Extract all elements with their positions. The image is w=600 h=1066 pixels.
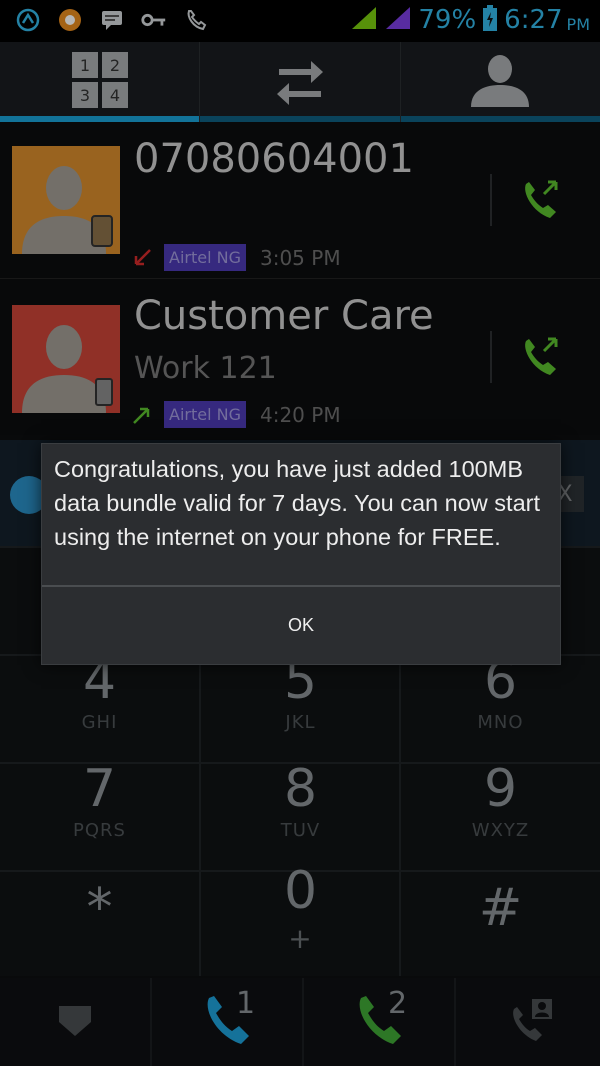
alert-dialog: Congratulations, you have just added 100… — [41, 443, 561, 665]
ok-button[interactable]: OK — [42, 587, 560, 664]
dialog-message: Congratulations, you have just added 100… — [54, 456, 540, 550]
